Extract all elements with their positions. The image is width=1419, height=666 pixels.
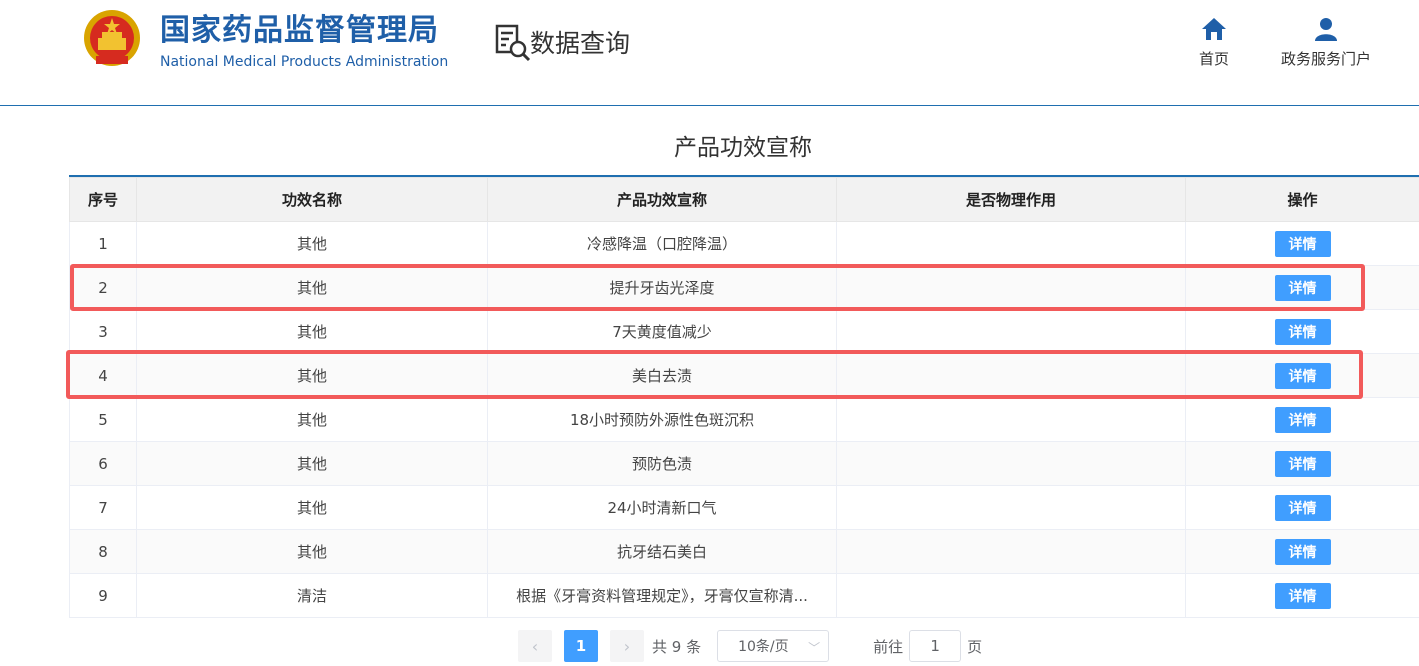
- cell-category: 其他: [136, 265, 488, 310]
- cell-category: 其他: [136, 309, 488, 354]
- nav-portal-label: 政务服务门户: [1280, 50, 1371, 68]
- cell-physical: [836, 265, 1186, 310]
- cell-action: 详情: [1185, 397, 1419, 442]
- nav-service-portal[interactable]: 政务服务门户: [1276, 16, 1376, 69]
- nav-home[interactable]: 首页: [1192, 16, 1236, 69]
- cell-claim: 提升牙齿光泽度: [487, 265, 837, 310]
- cell-physical: [836, 529, 1186, 574]
- cell-action: 详情: [1185, 573, 1419, 618]
- cell-physical: [836, 397, 1186, 442]
- pagination: ‹ 1 › 共 9 条 10条/页 ﹀ 前往 页: [518, 630, 982, 662]
- page-title: 产品功效宣称: [674, 135, 812, 161]
- col-header-category: 功效名称: [136, 177, 488, 222]
- table-row: 1 其他 冷感降温（口腔降温） 详情: [69, 221, 1419, 266]
- cell-index: 9: [69, 573, 137, 618]
- detail-button[interactable]: 详情: [1274, 230, 1331, 257]
- table-header-row: 序号 功效名称 产品功效宣称 是否物理作用 操作: [69, 177, 1419, 222]
- cell-claim: 抗牙结石美白: [487, 529, 837, 574]
- chevron-down-icon: ﹀: [808, 641, 821, 655]
- cell-index: 3: [69, 309, 137, 354]
- table-row: 9 清洁 根据《牙膏资料管理规定》，牙膏仅宣称清... 详情: [69, 573, 1419, 618]
- col-header-claim: 产品功效宣称: [487, 177, 837, 222]
- table-row: 4 其他 美白去渍 详情: [69, 353, 1419, 398]
- cell-index: 2: [69, 265, 137, 310]
- cell-action: 详情: [1185, 485, 1419, 530]
- cell-claim: 预防色渍: [487, 441, 837, 486]
- cell-category: 清洁: [136, 573, 488, 618]
- cell-claim: 7天黄度值减少: [487, 309, 837, 354]
- detail-button[interactable]: 详情: [1274, 494, 1331, 521]
- cell-category: 其他: [136, 529, 488, 574]
- cell-physical: [836, 221, 1186, 266]
- table-row: 2 其他 提升牙齿光泽度 详情: [69, 265, 1419, 310]
- cell-index: 6: [69, 441, 137, 486]
- cell-index: 7: [69, 485, 137, 530]
- goto-page-input[interactable]: [909, 630, 962, 662]
- detail-button[interactable]: 详情: [1274, 274, 1331, 301]
- cell-claim: 美白去渍: [487, 353, 837, 398]
- detail-button[interactable]: 详情: [1274, 538, 1331, 565]
- cell-index: 1: [69, 221, 137, 266]
- detail-button[interactable]: 详情: [1274, 362, 1331, 389]
- cell-action: 详情: [1185, 221, 1419, 266]
- national-emblem-logo[interactable]: [82, 8, 142, 70]
- table-row: 8 其他 抗牙结石美白 详情: [69, 529, 1419, 574]
- cell-physical: [836, 573, 1186, 618]
- site-header: 国家药品监督管理局 National Medical Products Admi…: [0, 0, 1419, 106]
- cell-physical: [836, 309, 1186, 354]
- col-header-index: 序号: [69, 177, 137, 222]
- total-count: 共 9 条: [652, 637, 702, 656]
- table-row: 7 其他 24小时清新口气 详情: [69, 485, 1419, 530]
- cell-index: 4: [69, 353, 137, 398]
- nav-home-label: 首页: [1198, 50, 1229, 68]
- cell-action: 详情: [1185, 353, 1419, 398]
- cell-claim: 18小时预防外源性色斑沉积: [487, 397, 837, 442]
- table-row: 6 其他 预防色渍 详情: [69, 441, 1419, 486]
- prev-page-button[interactable]: ‹: [518, 630, 552, 662]
- cell-physical: [836, 353, 1186, 398]
- col-header-physical: 是否物理作用: [836, 177, 1186, 222]
- org-name-en: National Medical Products Administration: [160, 54, 449, 70]
- cell-action: 详情: [1185, 529, 1419, 574]
- detail-button[interactable]: 详情: [1274, 582, 1331, 609]
- page-suffix: 页: [967, 637, 983, 656]
- cell-action: 详情: [1185, 441, 1419, 486]
- next-page-button[interactable]: ›: [610, 630, 644, 662]
- page-size-value: 10条/页: [738, 639, 789, 655]
- user-icon: [1315, 18, 1337, 41]
- cell-category: 其他: [136, 397, 488, 442]
- cell-physical: [836, 441, 1186, 486]
- col-header-action: 操作: [1185, 177, 1419, 222]
- page-number-current[interactable]: 1: [564, 630, 598, 662]
- data-query-link[interactable]: 数据查询: [494, 22, 630, 62]
- table-row: 5 其他 18小时预防外源性色斑沉积 详情: [69, 397, 1419, 442]
- cell-index: 8: [69, 529, 137, 574]
- cell-action: 详情: [1185, 309, 1419, 354]
- cell-category: 其他: [136, 221, 488, 266]
- cell-index: 5: [69, 397, 137, 442]
- detail-button[interactable]: 详情: [1274, 406, 1331, 433]
- detail-button[interactable]: 详情: [1274, 450, 1331, 477]
- cell-category: 其他: [136, 485, 488, 530]
- document-search-icon: [495, 24, 531, 62]
- claims-table: 序号 功效名称 产品功效宣称 是否物理作用 操作 1 其他 冷感降温（口腔降温）…: [69, 175, 1419, 618]
- data-query-label: 数据查询: [530, 29, 631, 58]
- cell-action: 详情: [1185, 265, 1419, 310]
- page-size-select[interactable]: 10条/页 ﹀: [717, 630, 830, 662]
- cell-category: 其他: [136, 441, 488, 486]
- cell-physical: [836, 485, 1186, 530]
- goto-label: 前往: [873, 637, 904, 656]
- cell-claim: 根据《牙膏资料管理规定》，牙膏仅宣称清...: [487, 573, 837, 618]
- table-row: 3 其他 7天黄度值减少 详情: [69, 309, 1419, 354]
- cell-claim: 24小时清新口气: [487, 485, 837, 530]
- cell-category: 其他: [136, 353, 488, 398]
- home-icon: [1202, 18, 1226, 40]
- cell-claim: 冷感降温（口腔降温）: [487, 221, 837, 266]
- detail-button[interactable]: 详情: [1274, 318, 1331, 345]
- org-name-cn: 国家药品监督管理局: [160, 13, 439, 48]
